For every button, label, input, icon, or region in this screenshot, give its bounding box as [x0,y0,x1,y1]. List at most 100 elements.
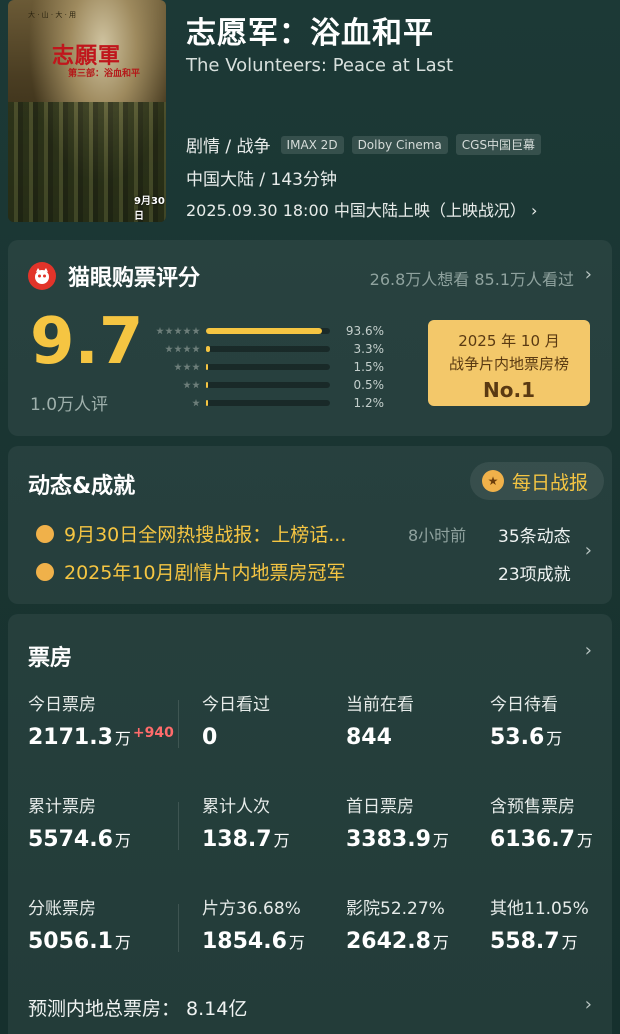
rating-percent: 1.2% [353,396,385,410]
genre-row: 剧情 / 战争 IMAX 2D Dolby Cinema CGS中国巨幕 [186,132,542,157]
rating-bar-fill [206,400,208,406]
star-icon [192,363,200,371]
news-item-hot-text: 9月30日全网热搜战报：上榜话... [64,524,347,546]
stat-today-boxoffice: 今日票房 2171.3 万 +940 [28,690,174,750]
today-delta: +940 [132,725,174,741]
news-item-achievement-text: 2025年10月剧情片内地票房冠军 [64,562,346,584]
rating-percent: 3.3% [353,342,385,356]
rating-row-4-star: 3.3% [144,340,404,358]
star-icons [144,399,206,407]
rating-count: 1.0万人评 [30,395,109,415]
divider [178,802,179,850]
movie-title-en: The Volunteers: Peace at Last [186,55,454,76]
star-icon [183,363,191,371]
maoyan-cat-icon [28,262,56,290]
stat-label: 今日待看 [490,695,558,715]
star-icon [165,327,173,335]
rating-row-3-star: 1.5% [144,358,404,376]
stat-value: 5056.1 万 [28,929,131,954]
rating-stats: 26.8万人想看 85.1万人看过 [369,270,574,289]
news-item-achievement[interactable]: 2025年10月剧情片内地票房冠军 [36,558,346,585]
stat-value: 53.6 万 [490,725,563,750]
stat-label: 累计人次 [202,797,270,817]
stat-other-share: 其他11.05% 558.7 万 [490,894,589,954]
stat-total-people: 累计人次 138.7 万 [202,792,290,852]
stat-producer-share: 片方36.68% 1854.6 万 [202,894,305,954]
rating-bar-fill [206,346,211,352]
news-item-time: 8小时前 [408,526,467,545]
star-icon [156,327,164,335]
rating-bar-track [206,364,330,370]
rating-row-5-star: 93.6% [144,322,404,340]
rating-row-2-star: 0.5% [144,376,404,394]
boxoffice-title: 票房 [28,646,73,671]
news-title: 动态&成就 [28,474,136,499]
movie-poster[interactable]: 大 · 山 · 大 · 用 志願軍 第三部：浴血和平 9月30日 [8,0,166,222]
rank-position: No.1 [483,378,535,402]
rating-bar-fill [206,364,208,370]
rating-bar-track [206,382,330,388]
format-tag-imax: IMAX 2D [280,135,344,154]
rank-badge[interactable]: 2025 年 10 月 战争片内地票房榜 No.1 [428,320,590,406]
movie-title: 志愿军：浴血和平 [186,16,434,51]
stat-value: 2171.3 万 +940 [28,725,174,750]
stat-label: 其他11.05% [490,899,589,919]
stat-label: 影院52.27% [346,899,445,919]
star-icon [183,327,191,335]
star-icons [144,381,206,389]
boxoffice-card: 票房 › 今日票房 2171.3 万 +940 今日看过 0 当前在看 844 今日… [8,614,612,1034]
news-card[interactable]: 动态&成就 ★ 每日战报 9月30日全网热搜战报：上榜话... 8小时前 35条… [8,446,612,604]
rating-bar-fill [206,382,208,388]
divider [178,700,179,748]
news-achievement-count: 23项成就 [498,565,571,585]
star-icon [192,345,200,353]
stat-watching-now: 当前在看 844 [346,690,414,750]
release-info-text: 2025.09.30 18:00 中国大陆上映（上映战况） [186,201,526,220]
stat-total-boxoffice: 累计票房 5574.6 万 [28,792,131,852]
stat-with-presale: 含预售票房 6136.7 万 [490,792,593,852]
rating-percent: 1.5% [353,360,385,374]
stat-label: 今日看过 [202,695,270,715]
daily-report-button[interactable]: ★ 每日战报 [469,462,604,500]
star-icon [174,327,182,335]
rating-bar-track [206,400,330,406]
rating-bar-track [206,346,330,352]
rating-distribution: 93.6% 3.3% 1.5% 0.5% 1.2% [144,322,404,412]
forecast-total-link[interactable]: 预测内地总票房： 8.14亿 [28,994,247,1021]
rating-title: 猫眼购票评分 [68,266,201,291]
boxoffice-chevron-icon[interactable]: › [585,640,592,661]
news-item-hot[interactable]: 9月30日全网热搜战报：上榜话... [36,520,346,547]
release-info-link[interactable]: 2025.09.30 18:00 中国大陆上映（上映战况） › [186,197,537,221]
stat-value: 844 [346,725,392,750]
format-tag-cgs: CGS中国巨幕 [455,134,542,155]
rating-percent: 0.5% [353,378,385,392]
rating-percent: 93.6% [345,324,384,338]
poster-top-text: 大 · 山 · 大 · 用 [28,11,77,19]
news-chevron-icon[interactable]: › [585,540,592,561]
star-icon [192,399,200,407]
rating-chevron-icon[interactable]: › [585,264,592,285]
stat-value: 2642.8 万 [346,929,449,954]
rating-bar-fill [206,328,323,334]
medal-icon: ★ [481,470,504,492]
format-tag-dolby: Dolby Cinema [351,135,448,154]
stat-value: 0 [202,725,218,750]
stat-label: 片方36.68% [202,899,301,919]
forecast-text: 预测内地总票房： 8.14亿 [28,998,248,1020]
divider [178,904,179,952]
star-icon [192,381,200,389]
star-icons [144,327,206,335]
stat-value: 1854.6 万 [202,929,305,954]
rating-card[interactable]: 猫眼购票评分 26.8万人想看 85.1万人看过 › 9.7 1.0万人评 93… [8,240,612,436]
release-chevron-icon: › [525,201,538,220]
rating-row-1-star: 1.2% [144,394,404,412]
rating-bar-track [206,328,330,334]
forecast-chevron-icon[interactable]: › [585,994,592,1015]
star-icon [174,363,182,371]
rank-month: 2025 年 10 月 [458,332,560,350]
star-icons [144,345,206,353]
stat-value: 6136.7 万 [490,827,593,852]
rank-category: 战争片内地票房榜 [448,355,569,373]
region-duration: 中国大陆 / 143分钟 [186,170,337,190]
bell-icon [36,524,54,543]
